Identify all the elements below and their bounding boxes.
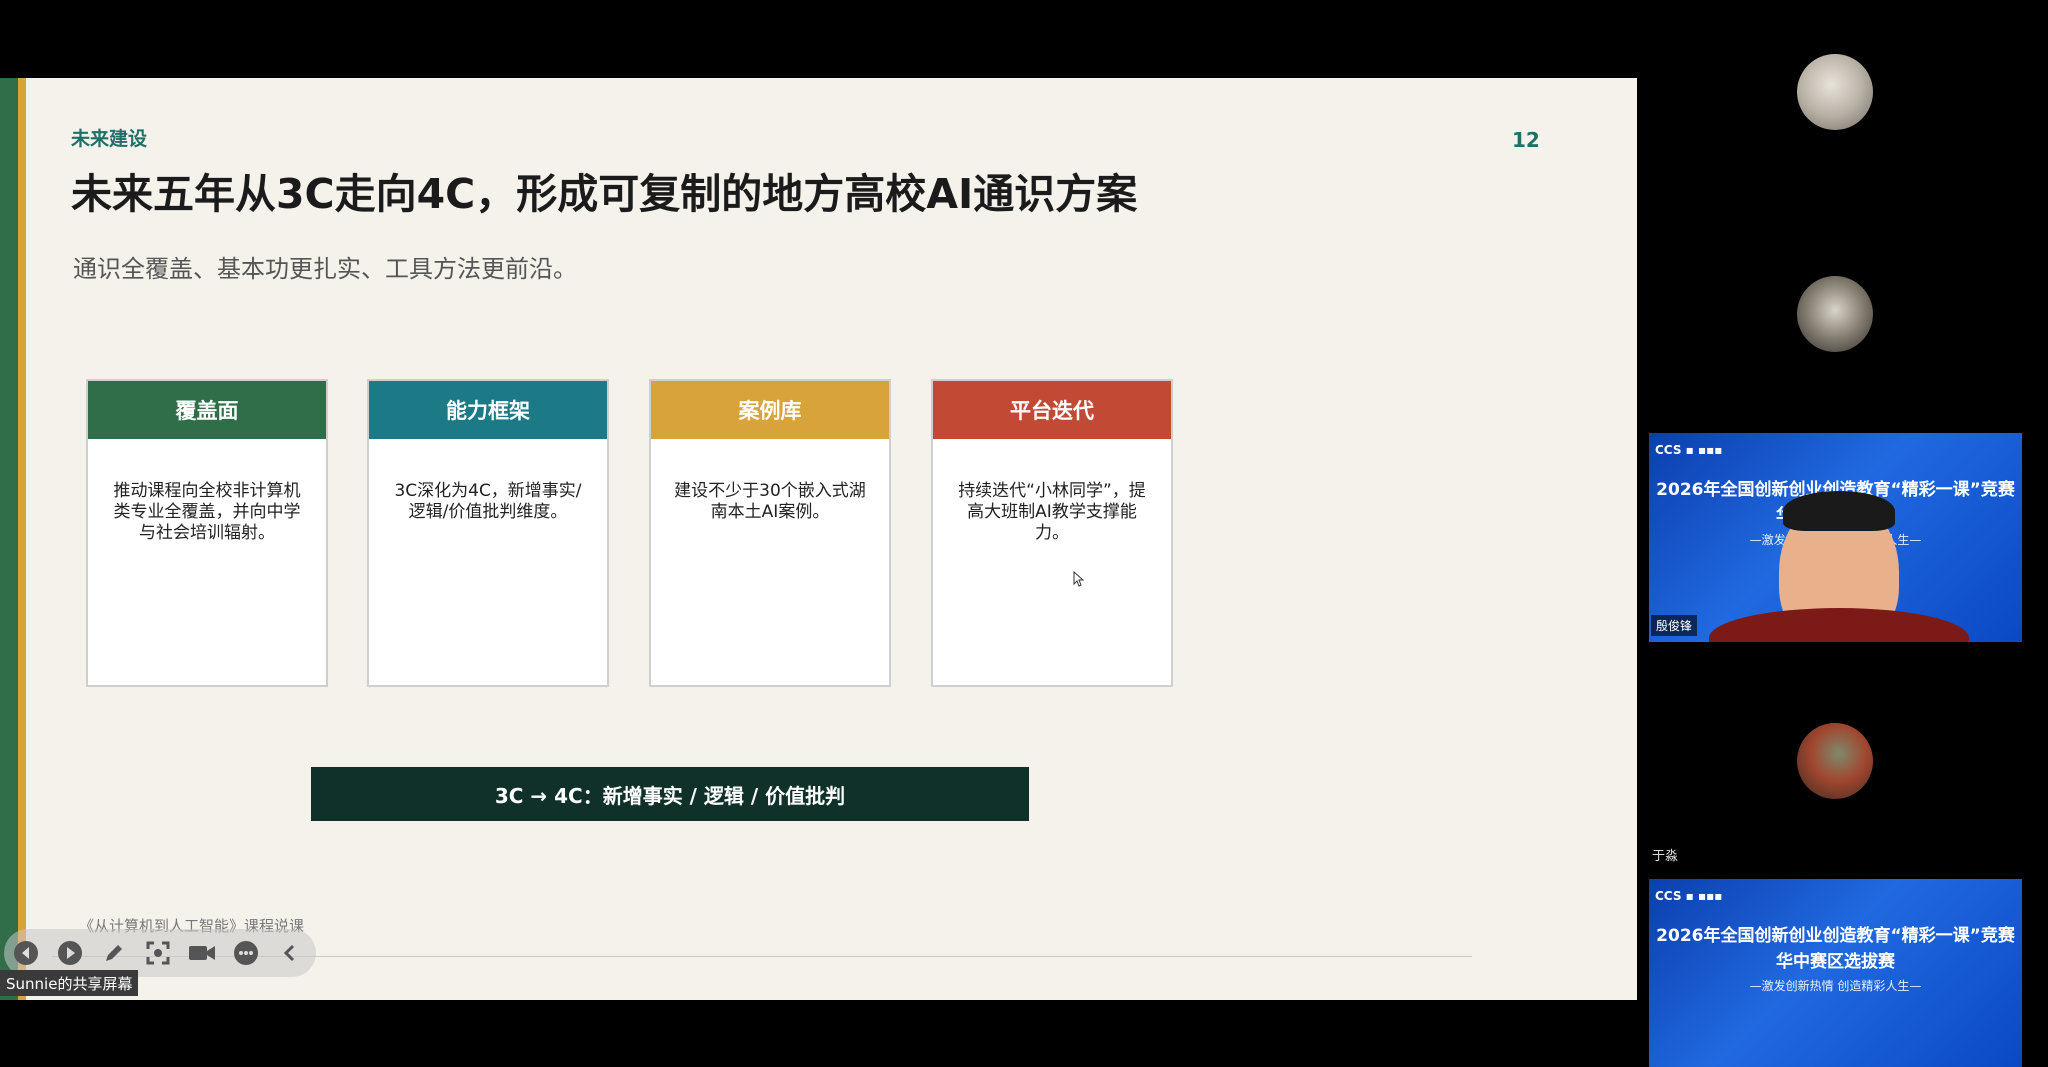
card-platform: 平台迭代 持续迭代“小林同学”，提高大班制AI教学支撑能力。 (931, 379, 1173, 687)
section-label: 未来建设 (71, 128, 148, 150)
participant-name: 殷俊锋 (1651, 615, 1698, 636)
participant-avatar[interactable] (1797, 276, 1873, 352)
event-logos: CCS ▪ ▪▪▪ (1655, 443, 1723, 457)
card-heading: 平台迭代 (933, 381, 1171, 439)
previous-icon[interactable] (10, 937, 42, 969)
card-case-library: 案例库 建设不少于30个嵌入式湖南本土AI案例。 (649, 379, 891, 687)
camera-icon[interactable] (186, 937, 218, 969)
play-icon[interactable] (54, 937, 86, 969)
accent-bar-gold (18, 78, 26, 1000)
card-coverage: 覆盖面 推动课程向全校非计算机类专业全覆盖，并向中学与社会培训辐射。 (86, 379, 328, 687)
speaker-hair (1783, 491, 1895, 531)
accent-bar-green (0, 78, 18, 1000)
event-logos: CCS ▪ ▪▪▪ (1655, 889, 1723, 903)
more-icon[interactable] (230, 937, 262, 969)
card-body: 推动课程向全校非计算机类专业全覆盖，并向中学与社会培训辐射。 (113, 481, 301, 543)
card-body: 3C深化为4C，新增事实/逻辑/价值批判维度。 (394, 481, 582, 522)
card-body: 建设不少于30个嵌入式湖南本土AI案例。 (674, 481, 866, 522)
video-headline: 2026年全国创新创业创造教育“精彩一课”竞赛 华中赛区选拔赛 (1656, 926, 2015, 972)
card-framework: 能力框架 3C深化为4C，新增事实/逻辑/价值批判维度。 (367, 379, 609, 687)
card-heading: 覆盖面 (88, 381, 326, 439)
page-number: 12 (1512, 128, 1540, 152)
participant-video[interactable]: CCS ▪ ▪▪▪ 2026年全国创新创业创造教育“精彩一课”竞赛 华中赛区选拔… (1649, 433, 2022, 642)
summary-banner: 3C → 4C：新增事实 / 逻辑 / 价值批判 (311, 767, 1029, 821)
card-heading: 案例库 (651, 381, 889, 439)
slide-title: 未来五年从3C走向4C，形成可复制的地方高校AI通识方案 (71, 170, 1138, 218)
participant-name: 于淼 (1652, 849, 1679, 864)
pen-icon[interactable] (98, 937, 130, 969)
cursor-icon (1073, 571, 1085, 587)
card-body: 持续迭代“小林同学”，提高大班制AI教学支撑能力。 (958, 481, 1146, 543)
video-slogan: —激发创新热情 创造精彩人生— (1749, 979, 1922, 993)
collapse-icon[interactable] (274, 937, 306, 969)
shared-slide: 未来建设 12 未来五年从3C走向4C，形成可复制的地方高校AI通识方案 通识全… (0, 78, 1637, 1000)
screenshot-icon[interactable] (142, 937, 174, 969)
participant-video[interactable]: CCS ▪ ▪▪▪ 2026年全国创新创业创造教育“精彩一课”竞赛 华中赛区选拔… (1649, 879, 2022, 1067)
participant-avatar[interactable] (1797, 723, 1873, 799)
participant-avatar[interactable] (1797, 54, 1873, 130)
screen-share-label: Sunnie的共享屏幕 (0, 970, 139, 996)
slide-subtitle: 通识全覆盖、基本功更扎实、工具方法更前沿。 (73, 255, 577, 283)
card-heading: 能力框架 (369, 381, 607, 439)
